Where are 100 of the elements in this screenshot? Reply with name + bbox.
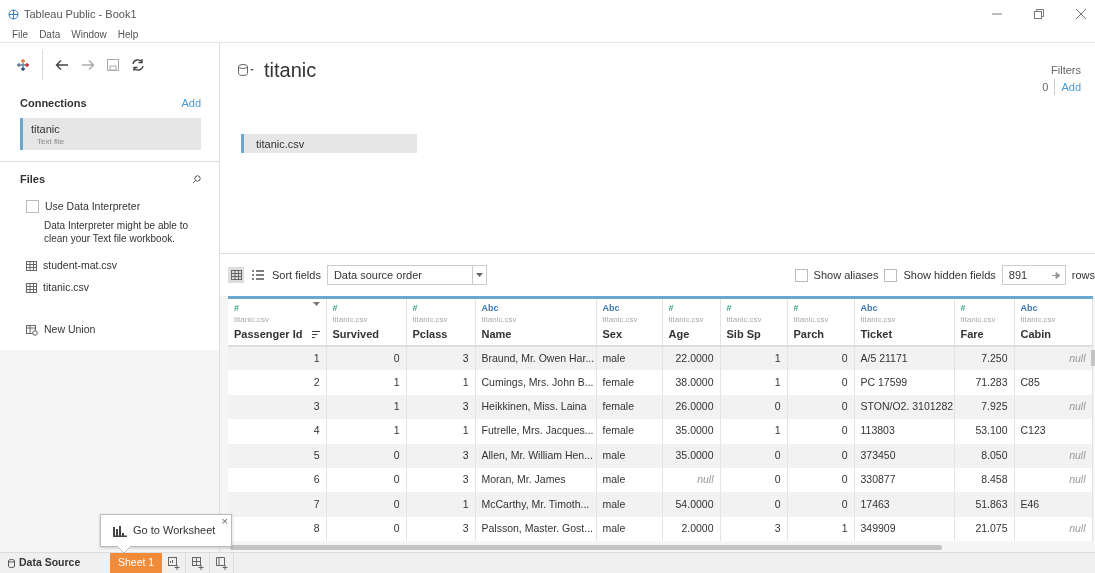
vertical-scrollbar[interactable] <box>1091 350 1095 366</box>
table-cell: 51.863 <box>954 492 1014 517</box>
column-name[interactable]: Sex <box>602 326 623 342</box>
sort-icon[interactable] <box>311 330 320 338</box>
files-heading: Files <box>20 172 46 187</box>
tooltip-close-button[interactable]: × <box>221 513 228 530</box>
table-cell: 1 <box>720 419 787 444</box>
table-cell: 330877 <box>854 467 954 493</box>
type-label: Abc <box>1020 302 1038 314</box>
column-name[interactable]: Cabin <box>1020 326 1052 342</box>
dropdown-caret-icon[interactable] <box>312 302 320 306</box>
table-cell: 373450 <box>854 443 954 468</box>
column-name[interactable]: Name <box>481 326 512 342</box>
database-dropdown-icon[interactable] <box>238 64 256 76</box>
source-label: titanic.csv <box>481 314 518 326</box>
column-header[interactable]: # titanic.csv Fare <box>954 297 1014 346</box>
row-count-field[interactable]: 891 <box>1001 265 1066 285</box>
grid-view-icon[interactable] <box>228 267 244 283</box>
column-header[interactable]: # titanic.csv Pclass <box>406 297 475 346</box>
csv-file-item[interactable]: student-mat.csv <box>43 258 118 274</box>
csv-file-item[interactable]: titanic.csv <box>43 280 90 296</box>
app-logo-icon <box>8 8 19 20</box>
sort-fields-dropdown[interactable]: Data source order <box>326 265 487 285</box>
close-icon[interactable] <box>1075 8 1087 20</box>
table-cell: 38.0000 <box>662 370 720 395</box>
column-header[interactable]: # titanic.csv Passenger Id <box>228 297 326 346</box>
data-interpreter-checkbox[interactable] <box>26 199 39 213</box>
source-label: titanic.csv <box>960 314 997 326</box>
tooltip-text[interactable]: Go to Worksheet <box>133 522 216 539</box>
column-header[interactable]: # titanic.csv Sib Sp <box>720 297 787 346</box>
table-cell: PC 17599 <box>854 370 954 395</box>
column-name[interactable]: Age <box>668 326 690 342</box>
menu-item[interactable]: File <box>12 28 29 42</box>
table-cell: 1 <box>406 492 475 517</box>
sheet-tab[interactable]: Data Source <box>0 553 110 573</box>
table-cell: E46 <box>1014 492 1092 517</box>
arrow-right-icon[interactable] <box>1051 271 1061 279</box>
table-cell: Cumings, Mrs. John B... <box>475 370 596 395</box>
new-dashboard-icon[interactable] <box>191 556 204 570</box>
table-cell: Moran, Mr. James <box>475 467 596 493</box>
table-cell: Heikkinen, Miss. Laina <box>475 394 596 420</box>
filters-label: Filters <box>1050 63 1081 78</box>
new-worksheet-icon[interactable] <box>167 556 180 570</box>
save-icon[interactable] <box>107 59 119 71</box>
type-label: # <box>793 302 799 314</box>
list-view-icon[interactable] <box>250 267 266 283</box>
column-header[interactable]: Abc titanic.csv Sex <box>596 297 662 346</box>
canvas-table[interactable]: titanic.csv <box>241 134 417 153</box>
sort-fields-label: Sort fields <box>272 267 321 283</box>
column-name[interactable]: Sib Sp <box>726 326 761 342</box>
table-cell: Allen, Mr. William Hen... <box>475 443 596 468</box>
datasource-name[interactable]: titanic <box>264 55 317 85</box>
tableau-logo-icon[interactable] <box>16 58 30 72</box>
table-cell: 5 <box>228 443 326 468</box>
column-name[interactable]: Survived <box>332 326 379 342</box>
connections-heading: Connections <box>20 96 87 111</box>
source-label: titanic.csv <box>234 314 271 326</box>
table-cell: 113803 <box>854 419 954 444</box>
column-name[interactable]: Passenger Id <box>234 326 303 342</box>
column-name[interactable]: Pclass <box>412 326 448 342</box>
table-cell: McCarthy, Mr. Timoth... <box>475 492 596 517</box>
menu-item[interactable]: Help <box>117 28 139 42</box>
table-cell: 71.283 <box>954 370 1014 395</box>
table-cell: 7 <box>228 492 326 517</box>
new-union-link[interactable]: New Union <box>44 322 96 338</box>
column-header[interactable]: # titanic.csv Age <box>662 297 720 346</box>
source-label: titanic.csv <box>1020 314 1057 326</box>
column-name[interactable]: Parch <box>793 326 825 342</box>
back-arrow-icon[interactable] <box>55 59 69 71</box>
connection-item[interactable]: titanic Text file <box>20 117 201 150</box>
table-cell: 35.0000 <box>662 419 720 444</box>
table-cell: female <box>596 370 662 395</box>
table-cell: 53.100 <box>954 419 1014 444</box>
new-story-icon[interactable] <box>215 556 228 570</box>
search-icon[interactable] <box>192 174 201 184</box>
menu-item[interactable]: Data <box>39 28 61 42</box>
table-cell: Palsson, Master. Gost... <box>475 516 596 542</box>
table-cell: 0 <box>787 492 854 517</box>
filters-count: 0 <box>1042 79 1049 95</box>
table-cell: 1 <box>326 370 406 395</box>
show-hidden-fields-checkbox[interactable] <box>884 268 898 282</box>
column-header[interactable]: # titanic.csv Survived <box>326 297 406 346</box>
column-header[interactable]: # titanic.csv Parch <box>787 297 854 346</box>
column-header[interactable]: Abc titanic.csv Name <box>475 297 596 346</box>
source-label: titanic.csv <box>668 314 705 326</box>
source-label: titanic.csv <box>332 314 369 326</box>
column-header[interactable]: Abc titanic.csv Cabin <box>1014 297 1092 346</box>
menu-item[interactable]: Window <box>71 28 107 42</box>
type-label: # <box>960 302 966 314</box>
column-name[interactable]: Fare <box>960 326 984 342</box>
column-name[interactable]: Ticket <box>860 326 893 342</box>
restore-icon[interactable] <box>1033 8 1045 20</box>
caret-icon <box>475 273 483 277</box>
refresh-icon[interactable] <box>131 58 145 72</box>
show-aliases-checkbox[interactable] <box>794 268 808 282</box>
table-cell: 1 <box>228 346 326 371</box>
rows-label: rows <box>1071 267 1095 283</box>
horizontal-scrollbar[interactable] <box>230 545 942 550</box>
table-cell: STON/O2. 3101282 <box>854 394 954 420</box>
column-header[interactable]: Abc titanic.csv Ticket <box>854 297 954 346</box>
